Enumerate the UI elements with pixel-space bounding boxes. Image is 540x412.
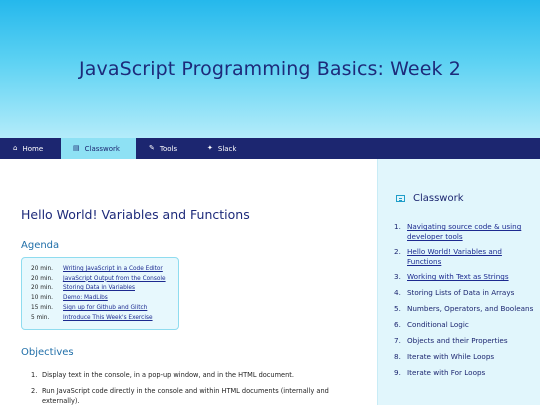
sidebar-item-label: Iterate with For Loops <box>407 368 486 377</box>
agenda-box: 20 min. Writing JavaScript in a Code Edi… <box>21 257 179 330</box>
nav-classwork[interactable]: ▤ Classwork <box>61 138 136 159</box>
agenda-time: 20 min. <box>31 265 53 272</box>
nav-slack-label: Slack <box>217 144 237 153</box>
agenda-heading: Agenda <box>21 240 60 251</box>
sidebar-item-number: 1. <box>394 222 401 231</box>
page-header: JavaScript Programming Basics: Week 2 <box>0 0 540 138</box>
agenda-link[interactable]: Writing JavaScript in a Code Editor <box>63 266 163 272</box>
sidebar-item-1[interactable]: 1. Navigating source code & using develo… <box>394 222 534 242</box>
nav-tools-label: Tools <box>159 144 178 153</box>
nav-slack[interactable]: ✦ Slack <box>194 138 252 159</box>
sidebar-item-number: 9. <box>394 368 401 377</box>
objective-item: 2. Run JavaScript code directly in the c… <box>31 386 351 406</box>
agenda-item: 20 min. Storing Data in Variables <box>31 284 178 294</box>
nav-home[interactable]: ⌂ Home <box>0 138 58 159</box>
sidebar-item-8[interactable]: 8. Iterate with While Loops <box>394 352 534 362</box>
sidebar-item-label: Numbers, Operators, and Booleans <box>407 304 534 313</box>
sidebar-item-number: 6. <box>394 320 401 329</box>
home-icon: ⌂ <box>13 144 18 152</box>
agenda-item: 5 min. Introduce This Week's Exercise <box>31 313 178 323</box>
sidebar-item-5[interactable]: 5. Numbers, Operators, and Booleans <box>394 304 534 314</box>
sidebar-item-6[interactable]: 6. Conditional Logic <box>394 320 534 330</box>
lesson-title: Hello World! Variables and Functions <box>21 207 250 222</box>
agenda-time: 10 min. <box>31 295 53 302</box>
agenda-link[interactable]: Sign up for Github and Glitch <box>63 305 147 311</box>
objective-text: Run JavaScript code directly in the cons… <box>42 387 329 405</box>
page-title: JavaScript Programming Basics: Week 2 <box>79 58 461 80</box>
objective-number: 1. <box>31 371 38 379</box>
agenda-item: 20 min. Writing JavaScript in a Code Edi… <box>31 264 178 274</box>
agenda-time: 5 min. <box>31 314 50 321</box>
sidebar-heading: Classwork <box>396 193 464 204</box>
sidebar-title: Classwork <box>413 193 464 204</box>
sidebar-item-4[interactable]: 4. Storing Lists of Data in Arrays <box>394 288 534 298</box>
sidebar-item-number: 2. <box>394 247 401 256</box>
sidebar-item-number: 3. <box>394 272 401 281</box>
objective-text: Display text in the console, in a pop-up… <box>42 371 294 379</box>
agenda-item: 15 min. Sign up for Github and Glitch <box>31 303 178 313</box>
sidebar-item-link[interactable]: Hello World! Variables and Functions <box>407 247 502 266</box>
list-icon <box>396 195 405 202</box>
agenda-link[interactable]: Demo: MadLibs <box>63 295 108 301</box>
sidebar-item-label: Conditional Logic <box>407 320 469 329</box>
nav-home-label: Home <box>22 144 44 153</box>
sidebar-item-number: 8. <box>394 352 401 361</box>
classwork-list: 1. Navigating source code & using develo… <box>394 222 534 378</box>
agenda-link[interactable]: JavaScript Output from the Console <box>63 276 166 282</box>
sidebar-item-label: Iterate with While Loops <box>407 352 495 361</box>
objective-number: 2. <box>31 387 38 395</box>
sidebar-item-link[interactable]: Navigating source code & using developer… <box>407 222 521 241</box>
objectives-list: 1. Display text in the console, in a pop… <box>31 370 351 412</box>
agenda-time: 20 min. <box>31 275 53 282</box>
main-nav: ⌂ Home ▤ Classwork ✎ Tools ✦ Slack <box>0 138 540 159</box>
nav-classwork-label: Classwork <box>84 144 120 153</box>
objectives-heading: Objectives <box>21 347 74 358</box>
sidebar-item-label: Storing Lists of Data in Arrays <box>407 288 515 297</box>
agenda-item: 20 min. JavaScript Output from the Conso… <box>31 274 178 284</box>
sidebar-item-7[interactable]: 7. Objects and their Properties <box>394 336 534 346</box>
sidebar-item-9[interactable]: 9. Iterate with For Loops <box>394 368 534 378</box>
slack-icon: ✦ <box>207 144 213 152</box>
sidebar-item-link[interactable]: Working with Text as Strings <box>407 272 509 281</box>
agenda-link[interactable]: Introduce This Week's Exercise <box>63 315 153 321</box>
book-icon: ▤ <box>73 144 80 152</box>
nav-tools[interactable]: ✎ Tools <box>136 138 194 159</box>
sidebar-item-number: 7. <box>394 336 401 345</box>
wrench-icon: ✎ <box>149 144 155 152</box>
objective-item: 1. Display text in the console, in a pop… <box>31 370 351 380</box>
sidebar-item-number: 4. <box>394 288 401 297</box>
agenda-item: 10 min. Demo: MadLibs <box>31 293 178 303</box>
agenda-link[interactable]: Storing Data in Variables <box>63 285 135 291</box>
sidebar-item-3[interactable]: 3. Working with Text as Strings <box>394 272 534 282</box>
sidebar-item-2[interactable]: 2. Hello World! Variables and Functions <box>394 247 534 267</box>
agenda-time: 15 min. <box>31 305 53 312</box>
sidebar-item-number: 5. <box>394 304 401 313</box>
agenda-time: 20 min. <box>31 285 53 292</box>
sidebar-item-label: Objects and their Properties <box>407 336 508 345</box>
